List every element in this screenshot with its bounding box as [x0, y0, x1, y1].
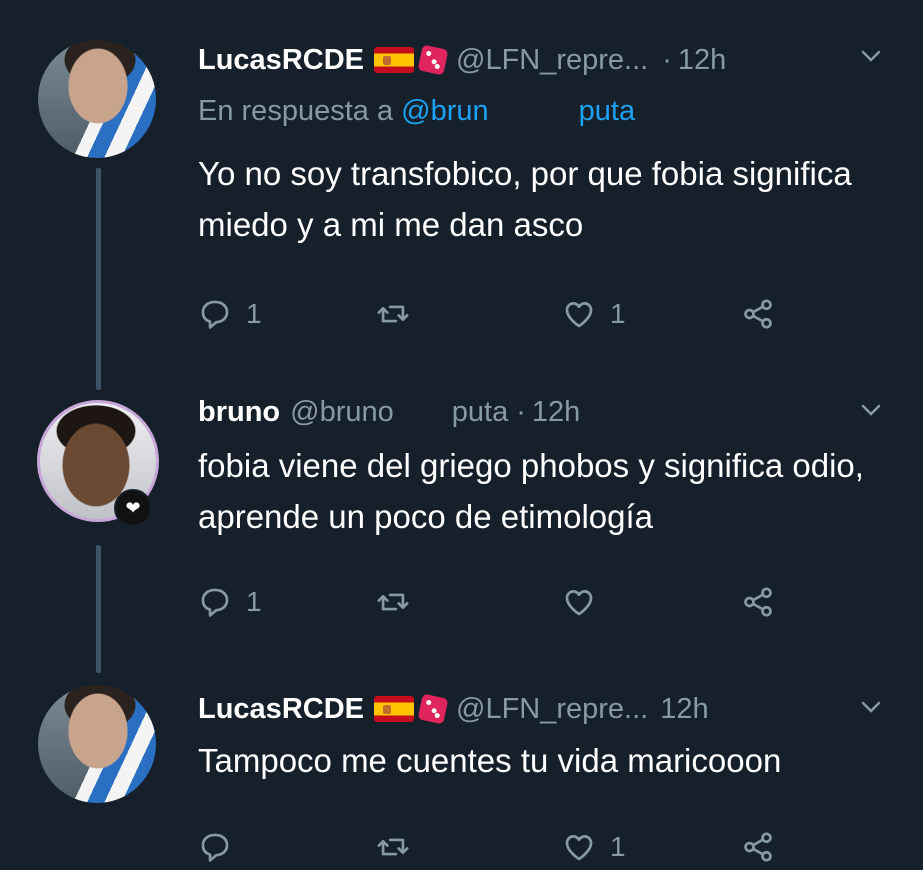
- heart-icon: [565, 835, 593, 861]
- like-button[interactable]: 1: [562, 830, 626, 864]
- chevron-down-icon[interactable]: [859, 398, 883, 429]
- reply-prefix: En respuesta a: [198, 95, 394, 127]
- handle-end: puta: [451, 395, 509, 428]
- tweet-header: LucasRCDE @LFN_repre... 12h: [198, 689, 883, 729]
- reply-icon: [201, 300, 229, 329]
- retweet-icon: [377, 838, 409, 856]
- retweet-button[interactable]: [376, 585, 424, 619]
- reply-icon: [201, 833, 229, 862]
- reply-icon: [201, 588, 229, 617]
- tweet-text: Yo no soy transfobico, por que fobia sig…: [198, 155, 852, 243]
- reply-context: En respuesta a @brun puta: [198, 95, 635, 128]
- reply-count: 1: [246, 298, 262, 329]
- share-button[interactable]: [741, 830, 775, 864]
- dice-icon: [417, 693, 449, 725]
- handle-start: @bruno: [290, 395, 394, 428]
- heart-icon: ❤: [114, 489, 152, 527]
- separator-dot: ·: [516, 395, 526, 428]
- tweet-text: fobia viene del griego phobos y signific…: [198, 447, 864, 535]
- avatar[interactable]: [38, 685, 156, 803]
- tweet-header: bruno @bruno puta · 12h: [198, 392, 883, 432]
- mention-start: @brun: [401, 95, 489, 127]
- user-handle[interactable]: @LFN_repre...: [456, 693, 648, 726]
- display-name[interactable]: bruno: [198, 396, 280, 429]
- timestamp[interactable]: 12h: [532, 396, 580, 429]
- tweet-3[interactable]: LucasRCDE @LFN_repre... 12h Tampoco me c…: [0, 675, 923, 867]
- retweet-icon: [377, 593, 409, 611]
- retweet-button[interactable]: [376, 830, 424, 864]
- tweet-text: Tampoco me cuentes tu vida maricooon: [198, 742, 782, 779]
- action-bar: 1 1: [198, 297, 798, 337]
- like-count: 1: [610, 831, 626, 862]
- chevron-down-icon[interactable]: [859, 695, 883, 726]
- tweet-2[interactable]: ❤ bruno @bruno puta · 12h fobia viene del…: [0, 390, 923, 675]
- retweet-icon: [377, 305, 409, 323]
- separator-dot: ·: [662, 43, 672, 76]
- tweet-header: LucasRCDE @LFN_repre... · 12h: [198, 40, 883, 80]
- reply-count: 1: [246, 586, 262, 617]
- heart-icon: [565, 302, 593, 328]
- share-button[interactable]: [741, 297, 775, 331]
- dice-icon: [417, 44, 449, 76]
- like-button[interactable]: [562, 585, 610, 619]
- action-bar: 1: [198, 830, 798, 870]
- share-button[interactable]: [741, 585, 775, 619]
- share-icon: [744, 299, 772, 329]
- avatar[interactable]: [38, 40, 156, 158]
- reply-button[interactable]: 1: [198, 297, 262, 331]
- reply-mention[interactable]: @brun puta: [401, 95, 635, 127]
- reply-button[interactable]: [198, 830, 246, 864]
- reply-button[interactable]: 1: [198, 585, 262, 619]
- retweet-button[interactable]: [376, 297, 424, 331]
- redaction: [488, 101, 579, 124]
- timestamp[interactable]: 12h: [678, 44, 726, 77]
- tweet-1[interactable]: LucasRCDE @LFN_repre... · 12h En respues…: [0, 0, 923, 390]
- spain-flag-icon: [374, 696, 414, 722]
- action-bar: 1: [198, 585, 798, 625]
- share-icon: [744, 832, 772, 862]
- user-handle[interactable]: @bruno puta: [290, 396, 508, 429]
- display-name[interactable]: LucasRCDE: [198, 693, 364, 726]
- spain-flag-icon: [374, 47, 414, 73]
- like-button[interactable]: 1: [562, 297, 626, 331]
- share-icon: [744, 587, 772, 617]
- chevron-down-icon[interactable]: [859, 44, 883, 75]
- display-name[interactable]: LucasRCDE: [198, 44, 364, 77]
- heart-icon: [565, 590, 593, 616]
- redaction: [393, 401, 452, 424]
- like-count: 1: [610, 298, 626, 329]
- timestamp[interactable]: 12h: [660, 693, 708, 726]
- mention-end: puta: [578, 95, 636, 127]
- user-handle[interactable]: @LFN_repre...: [456, 44, 648, 77]
